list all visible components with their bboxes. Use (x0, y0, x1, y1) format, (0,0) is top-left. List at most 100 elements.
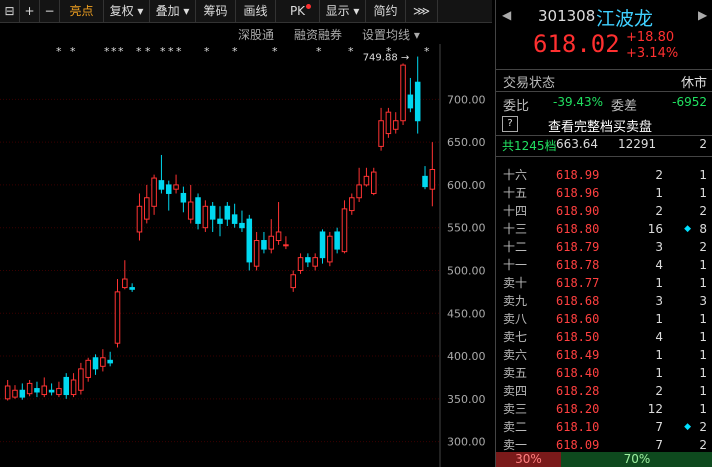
level-price: 618.80 (556, 222, 600, 236)
level-label: 十二 (503, 240, 528, 254)
level-volume: 2 (655, 204, 663, 218)
event-marker-icon[interactable]: * (386, 45, 392, 58)
event-marker-icon[interactable]: * (111, 45, 117, 58)
stock-name: 江波龙 (596, 8, 654, 30)
candle-body (407, 94, 414, 109)
next-stock-icon[interactable]: ▶ (698, 8, 707, 22)
order-book-row[interactable]: 十一 618.78 4 1 (496, 255, 712, 275)
candle-body (144, 197, 150, 220)
level-label: 十三 (503, 222, 528, 236)
diamond-icon: ◆ (684, 422, 691, 432)
simple-button[interactable]: 简约 (366, 0, 406, 22)
candle-body (261, 240, 267, 250)
adjust-dropdown[interactable]: 复权 ▾ (104, 0, 150, 22)
event-marker-icon[interactable]: * (316, 45, 322, 58)
margin-trading-link[interactable]: 融资融券 (294, 26, 342, 43)
event-marker-icon[interactable]: * (145, 45, 151, 58)
candle-body (253, 240, 260, 267)
event-marker-icon[interactable]: * (204, 45, 210, 58)
prev-stock-icon[interactable]: ◀ (502, 8, 511, 22)
status-label: 交易状态 (503, 76, 556, 91)
order-book-row[interactable]: 卖十 618.77 1 1 (496, 273, 712, 293)
candle-body (429, 169, 436, 190)
help-icon[interactable]: ? (502, 116, 518, 132)
candle-body (26, 382, 33, 395)
chips-button[interactable]: 筹码 (196, 0, 236, 22)
level-label: 卖七 (503, 330, 528, 344)
level-volume: 3 (655, 294, 663, 308)
candle-body (349, 197, 355, 212)
candle-body (224, 205, 231, 220)
level-price: 618.79 (556, 240, 600, 254)
level-volume: 4 (655, 258, 663, 272)
event-marker-icon[interactable]: * (424, 45, 430, 58)
order-book-row[interactable]: 十五 618.96 1 1 (496, 183, 712, 203)
candle-body (12, 389, 18, 398)
level-label: 十六 (503, 168, 528, 182)
order-book-row[interactable]: 卖二 618.10 7 ◆ 2 (496, 417, 712, 437)
order-book-row[interactable]: 十六 618.99 2 1 (496, 165, 712, 185)
level-label: 卖六 (503, 348, 528, 362)
order-book-row[interactable]: 十二 618.79 3 2 (496, 237, 712, 257)
order-book-row[interactable]: 卖三 618.20 12 1 (496, 399, 712, 419)
candle-body (180, 192, 187, 203)
candle-body (422, 175, 428, 188)
level-count: 1 (699, 258, 707, 272)
order-book-row[interactable]: 卖七 618.50 4 1 (496, 327, 712, 347)
y-tick-label: 350.00 (447, 393, 486, 406)
level-price: 618.10 (556, 420, 600, 434)
level-price: 618.78 (556, 258, 600, 272)
order-book-row[interactable]: 卖四 618.28 2 1 (496, 381, 712, 401)
order-book-row[interactable]: 十四 618.90 2 2 (496, 201, 712, 221)
candlestick-chart[interactable]: 300.00 350.00 400.00 450.00 500.00 550.00 600.… (0, 44, 492, 467)
candle-body (41, 385, 48, 396)
y-tick-label: 450.00 (447, 307, 486, 320)
level-label: 十四 (503, 204, 528, 218)
order-book-row[interactable]: 卖九 618.68 3 3 (496, 291, 712, 311)
candle-body (239, 222, 245, 229)
event-marker-icon[interactable]: * (176, 45, 182, 58)
view-full-book-button[interactable]: 查看完整档买卖盘 (548, 116, 652, 135)
event-marker-icon[interactable]: * (160, 45, 166, 58)
event-marker-icon[interactable]: * (136, 45, 142, 58)
highlight-tab[interactable]: 亮点 (60, 0, 104, 22)
order-book-row[interactable]: 卖五 618.40 1 1 (496, 363, 712, 383)
pk-button[interactable]: PK (276, 0, 320, 22)
quote-panel: ◀ 301308 江波龙 ▶ 618.02 +18.80 +3.14% 交易状态… (495, 0, 712, 467)
zoom-out-button[interactable]: − (40, 0, 60, 22)
level-count: 1 (699, 168, 707, 182)
candle-body (414, 81, 421, 122)
order-book-row[interactable]: 卖八 618.60 1 1 (496, 309, 712, 329)
ma-settings-dropdown[interactable]: 设置均线 ▾ (362, 26, 420, 43)
event-marker-icon[interactable]: * (272, 45, 278, 58)
event-marker-icon[interactable]: * (56, 45, 62, 58)
status-value: 休市 (680, 76, 707, 91)
event-marker-icon[interactable]: * (70, 45, 76, 58)
event-marker-icon[interactable]: * (118, 45, 124, 58)
overlay-dropdown[interactable]: 叠加 ▾ (150, 0, 196, 22)
diamond-icon: ◆ (684, 224, 691, 234)
display-dropdown[interactable]: 显示 ▾ (320, 0, 366, 22)
order-book-row[interactable]: 十三 618.80 16 ◆ 8 (496, 219, 712, 239)
event-marker-icon[interactable]: * (232, 45, 238, 58)
candle-body (187, 201, 194, 220)
shenzhen-connect-link[interactable]: 深股通 (238, 26, 274, 43)
event-marker-icon[interactable]: * (168, 45, 174, 58)
y-tick-label: 400.00 (447, 350, 486, 363)
candle-body (297, 257, 304, 271)
candle-body (217, 218, 223, 224)
level-volume: 2 (655, 384, 663, 398)
candle-body (392, 120, 399, 130)
total-count: 2 (699, 137, 707, 151)
event-marker-icon[interactable]: * (104, 45, 110, 58)
y-tick-label: 300.00 (447, 436, 486, 449)
order-book-row[interactable]: 卖六 618.49 1 1 (496, 345, 712, 365)
candle-body (378, 120, 384, 147)
layout-icon[interactable]: ⊟ (0, 0, 20, 22)
candle-body (63, 376, 70, 396)
draw-line-button[interactable]: 画线 (236, 0, 276, 22)
level-price: 618.50 (556, 330, 600, 344)
expand-icon[interactable]: ⋙ (406, 0, 438, 22)
zoom-in-button[interactable]: + (20, 0, 40, 22)
event-marker-icon[interactable]: * (348, 45, 354, 58)
